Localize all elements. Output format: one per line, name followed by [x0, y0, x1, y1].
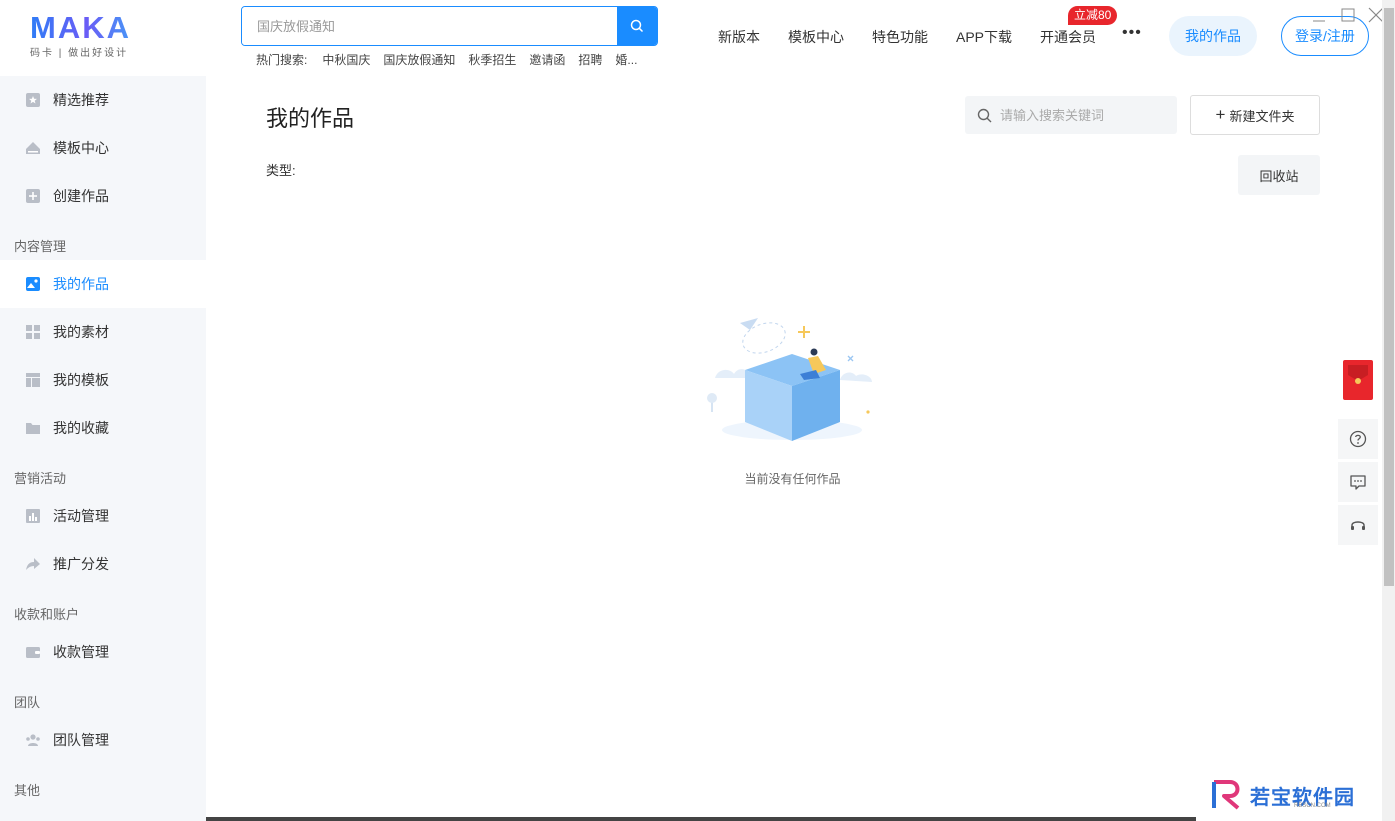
sidebar-item-label: 推广分发 — [53, 556, 109, 572]
empty-box-illustration — [707, 318, 872, 441]
logo-brand: MAKA — [30, 12, 142, 44]
search-icon — [977, 108, 992, 122]
sidebar-group-title: 内容管理 — [14, 239, 67, 254]
hot-search-item[interactable]: 招聘 — [578, 51, 602, 68]
top-header: MAKA 码卡 | 做出好设计 热门搜索: 中秋国庆 国庆放假通知 秋季招生 邀… — [0, 0, 1395, 76]
sidebar-item-label: 创建作品 — [53, 188, 109, 204]
sidebar-item-featured[interactable]: 精选推荐 — [0, 76, 206, 124]
my-works-button[interactable]: 我的作品 — [1169, 16, 1257, 56]
recycle-bin-button[interactable]: 回收站 — [1238, 155, 1320, 195]
sidebar-item-payment[interactable]: 收款管理 — [0, 628, 206, 676]
nav-membership[interactable]: 开通会员 — [1040, 27, 1096, 47]
folder-icon — [24, 420, 41, 437]
nav-app-download[interactable]: APP下载 — [956, 27, 1012, 47]
sidebar-item-template-center[interactable]: 模板中心 — [0, 124, 206, 172]
sidebar-group-title: 其他 — [14, 783, 41, 798]
nav-new-version[interactable]: 新版本 — [718, 27, 760, 47]
sidebar-item-label: 我的作品 — [53, 276, 109, 292]
customer-service-icon[interactable] — [1338, 505, 1378, 545]
works-search-box — [965, 96, 1177, 134]
grid-icon — [24, 324, 41, 341]
maka-logo[interactable]: MAKA 码卡 | 做出好设计 — [30, 12, 142, 60]
discount-badge: 立减80 — [1068, 6, 1118, 25]
hot-search-bar: 热门搜索: 中秋国庆 国庆放假通知 秋季招生 邀请函 招聘 婚... — [256, 51, 637, 68]
red-envelope-icon[interactable] — [1343, 360, 1373, 400]
bar-chart-icon — [24, 508, 41, 525]
plus-icon: + — [1215, 105, 1226, 124]
sidebar-group-title: 团队 — [14, 695, 41, 710]
template-search-input[interactable] — [242, 7, 617, 45]
hot-search-label: 热门搜索: — [256, 53, 308, 67]
page-title: 我的作品 — [266, 106, 355, 131]
sidebar-item-label: 模板中心 — [53, 140, 109, 156]
sidebar-item-label: 精选推荐 — [53, 92, 109, 108]
sidebar-group-title: 收款和账户 — [14, 607, 80, 622]
plus-square-icon — [24, 188, 41, 205]
site-watermark: 若宝软件园 RBSCN.COM — [1210, 775, 1380, 815]
sidebar-item-label: 活动管理 — [53, 508, 109, 524]
new-folder-button[interactable]: + 新建文件夹 — [1190, 95, 1320, 135]
top-nav: 新版本 模板中心 特色功能 APP下载 开通会员 — [718, 27, 1124, 47]
layout-icon — [24, 372, 41, 389]
watermark-subtext: RBSCN.COM — [1294, 803, 1331, 809]
search-icon — [630, 19, 644, 33]
type-filter-label: 类型: — [266, 163, 296, 178]
sidebar-item-my-templates[interactable]: 我的模板 — [0, 356, 206, 404]
sidebar-item-label: 我的素材 — [53, 324, 109, 340]
star-icon — [24, 92, 41, 109]
hot-search-item[interactable]: 国庆放假通知 — [383, 51, 455, 68]
hot-search-item[interactable]: 秋季招生 — [468, 51, 516, 68]
minimize-icon[interactable] — [1310, 6, 1328, 24]
more-icon[interactable]: ••• — [1122, 25, 1142, 41]
maximize-icon[interactable] — [1339, 6, 1357, 24]
hot-search-item[interactable]: 邀请函 — [529, 51, 565, 68]
help-icon[interactable] — [1338, 419, 1378, 459]
new-folder-label: 新建文件夹 — [1229, 108, 1295, 124]
hot-search-item[interactable]: 中秋国庆 — [322, 51, 370, 68]
sidebar-item-my-works[interactable]: 我的作品 — [0, 260, 206, 308]
sidebar-group-title: 营销活动 — [14, 471, 67, 486]
share-arrow-icon — [24, 556, 41, 573]
scrollbar-thumb[interactable] — [1384, 8, 1394, 586]
sidebar-item-team[interactable]: 团队管理 — [0, 716, 206, 764]
nav-features[interactable]: 特色功能 — [872, 27, 928, 47]
vertical-scrollbar[interactable] — [1382, 0, 1395, 821]
sidebar-item-label: 团队管理 — [53, 732, 109, 748]
sidebar-item-label: 我的收藏 — [53, 420, 109, 436]
template-search-box — [241, 6, 658, 46]
bottom-bar — [206, 817, 1196, 821]
app-window: MAKA 码卡 | 做出好设计 热门搜索: 中秋国庆 国庆放假通知 秋季招生 邀… — [0, 0, 1395, 821]
search-button[interactable] — [617, 7, 657, 45]
team-icon — [24, 732, 41, 749]
logo-tagline: 码卡 | 做出好设计 — [30, 48, 129, 59]
wallet-icon — [24, 644, 41, 661]
sidebar-item-label: 我的模板 — [53, 372, 109, 388]
sidebar-item-promotion[interactable]: 推广分发 — [0, 540, 206, 588]
image-icon — [24, 276, 41, 293]
works-search-input[interactable] — [1000, 107, 1170, 123]
sidebar-item-my-favorites[interactable]: 我的收藏 — [0, 404, 206, 452]
sidebar-item-create[interactable]: 创建作品 — [0, 172, 206, 220]
sidebar-item-label: 收款管理 — [53, 644, 109, 660]
message-icon[interactable] — [1338, 462, 1378, 502]
watermark-logo-icon — [1212, 780, 1240, 810]
sidebar-item-activity[interactable]: 活动管理 — [0, 492, 206, 540]
empty-state-text: 当前没有任何作品 — [744, 472, 841, 486]
hot-search-item[interactable]: 婚... — [615, 51, 637, 68]
sidebar-item-my-materials[interactable]: 我的素材 — [0, 308, 206, 356]
sidebar: 精选推荐 模板中心 创建作品 内容管理 我的作品 我的素材 我的模板 我的收藏 … — [0, 76, 206, 821]
nav-template-center[interactable]: 模板中心 — [788, 27, 844, 47]
home-icon — [24, 140, 41, 157]
